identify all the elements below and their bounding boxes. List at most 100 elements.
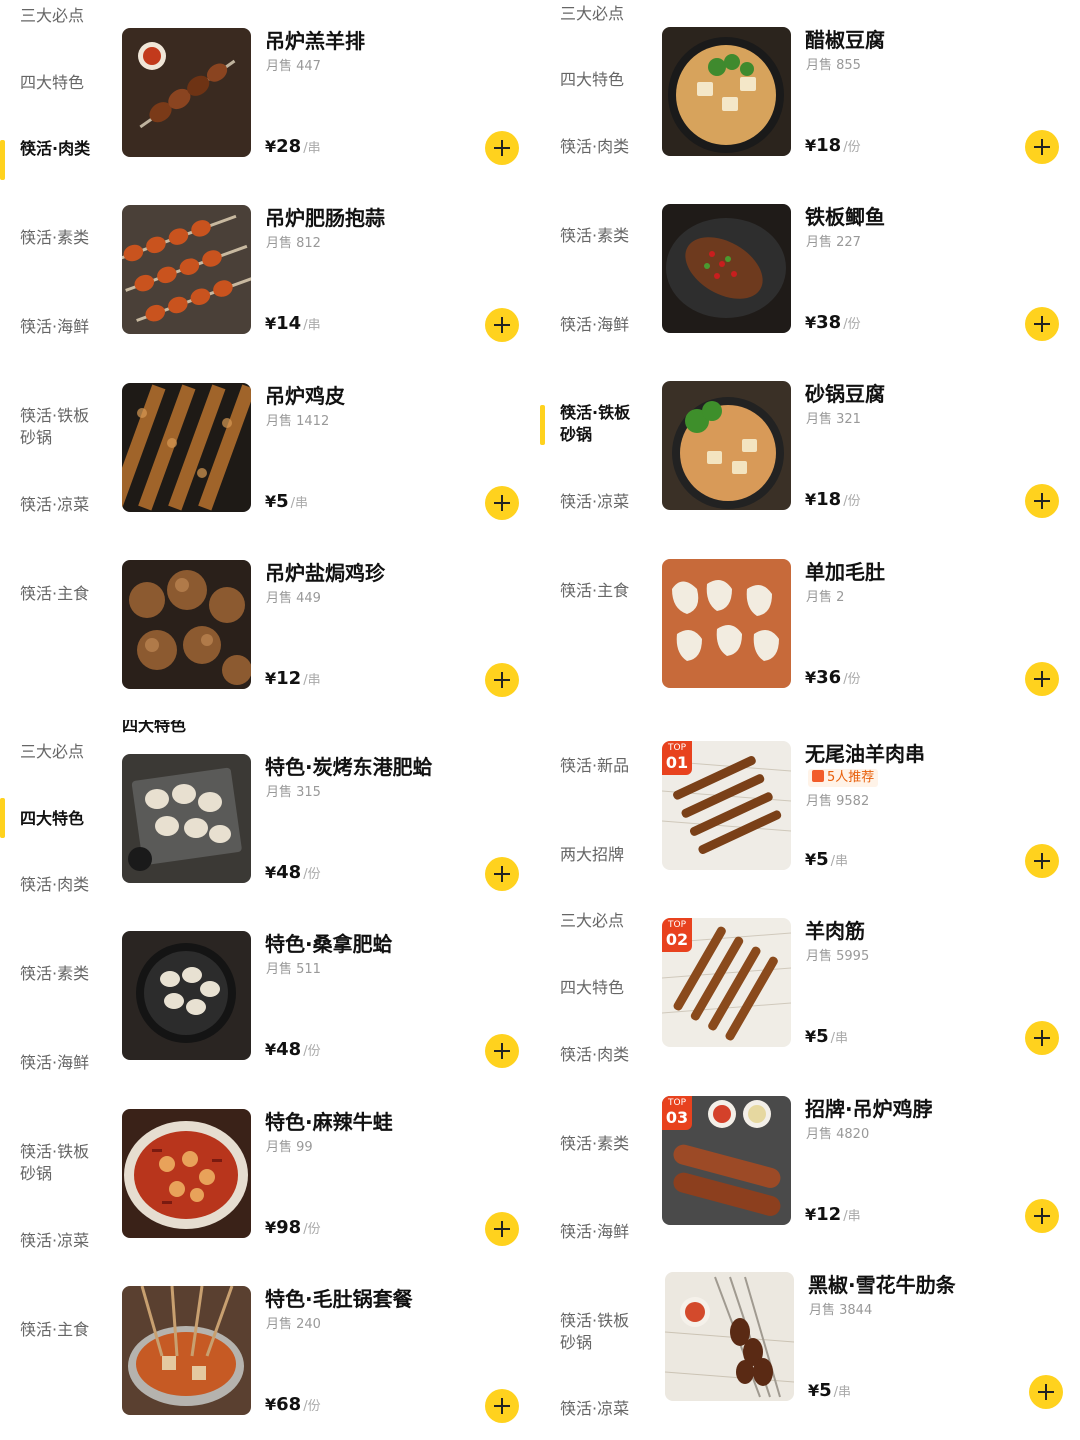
chicken-skin-skewer-image: [122, 383, 251, 512]
monthly-sales: 月售 4820: [806, 1127, 870, 1142]
add-to-cart-button[interactable]: [1025, 662, 1059, 696]
item-price: ¥12/串: [265, 668, 321, 692]
menu-item[interactable]: 吊炉鸡皮 月售 1412 ¥5/串: [0, 383, 540, 561]
add-to-cart-button[interactable]: [1025, 1021, 1059, 1055]
add-to-cart-button[interactable]: [1025, 844, 1059, 878]
price-amount: 68: [276, 1394, 302, 1415]
add-to-cart-button[interactable]: [1029, 1375, 1063, 1409]
tripe-hotpot-set-image: [122, 1286, 251, 1415]
item-price: ¥14/串: [265, 313, 321, 337]
add-to-cart-button[interactable]: [485, 1389, 519, 1423]
add-to-cart-button[interactable]: [485, 131, 519, 165]
monthly-sales: 月售 9582: [806, 794, 870, 809]
menu-item[interactable]: 砂锅豆腐 月售 321 ¥18/份: [540, 381, 1080, 559]
item-name: 单加毛肚: [805, 560, 885, 584]
item-price: ¥38/份: [805, 312, 861, 336]
price-unit: /份: [843, 317, 861, 332]
monthly-sales: 月售 5995: [806, 949, 870, 964]
item-name: 吊炉盐焗鸡珍: [265, 561, 385, 585]
menu-panel-meat: 三大必点 四大特色 筷活·肉类 筷活·素类 筷活·海鲜 筷活·铁板砂锅 筷活·凉…: [0, 0, 540, 720]
tripe-image: [662, 559, 791, 688]
add-to-cart-button[interactable]: [485, 486, 519, 520]
menu-item[interactable]: TOP 03 招牌·吊炉鸡脖 月售 4820 ¥12/串: [540, 1096, 1080, 1274]
add-to-cart-button[interactable]: [1025, 484, 1059, 518]
item-price: ¥98/份: [265, 1217, 321, 1241]
top-rank-badge: TOP 02: [662, 918, 692, 952]
price-amount: 18: [816, 135, 842, 156]
menu-item[interactable]: 醋椒豆腐 月售 855 ¥18/份: [540, 27, 1080, 205]
item-price: ¥28/串: [265, 136, 321, 160]
currency-symbol: ¥: [265, 1218, 277, 1237]
add-to-cart-button[interactable]: [1025, 130, 1059, 164]
menu-item[interactable]: 单加毛肚 月售 2 ¥36/份: [540, 559, 1080, 720]
sidebar-item-three-must[interactable]: 三大必点: [20, 5, 100, 27]
price-amount: 12: [816, 1204, 842, 1225]
menu-item[interactable]: 特色·桑拿肥蛤 月售 511 ¥48/份: [0, 931, 540, 1109]
top-rank-badge: TOP 01: [662, 741, 692, 775]
currency-symbol: ¥: [805, 850, 817, 869]
item-price: ¥5/串: [265, 491, 308, 515]
price-amount: 38: [816, 312, 842, 333]
add-to-cart-button[interactable]: [485, 308, 519, 342]
monthly-sales: 月售 2: [806, 590, 845, 605]
rank-number: 01: [665, 753, 689, 772]
menu-item[interactable]: 特色·麻辣牛蛙 月售 99 ¥98/份: [0, 1109, 540, 1287]
currency-symbol: ¥: [265, 863, 277, 882]
monthly-sales: 月售 855: [806, 58, 861, 73]
section-heading-cut: 四大特色: [122, 720, 187, 735]
lamb-chop-skewer-image: [122, 28, 251, 157]
add-to-cart-button[interactable]: [1025, 307, 1059, 341]
price-amount: 36: [816, 667, 842, 688]
menu-item[interactable]: 吊炉肥肠抱蒜 月售 812 ¥14/串: [0, 205, 540, 383]
add-to-cart-button[interactable]: [485, 857, 519, 891]
clay-pot-tofu-image: [662, 381, 791, 510]
price-unit: /份: [303, 867, 321, 882]
price-amount: 5: [816, 1026, 829, 1047]
add-to-cart-button[interactable]: [485, 663, 519, 697]
sidebar-item-three-must[interactable]: 三大必点: [560, 3, 640, 25]
gizzard-skewer-image: [122, 560, 251, 689]
item-name: 吊炉羔羊排: [265, 29, 365, 53]
item-price: ¥5/串: [808, 1380, 851, 1404]
menu-item[interactable]: 特色·炭烤东港肥蛤 月售 315 ¥48/份: [0, 754, 540, 932]
menu-item[interactable]: 特色·毛肚锅套餐 月售 240 ¥68/份: [0, 1286, 540, 1440]
item-name: 羊肉筋: [805, 919, 865, 943]
item-price: ¥68/份: [265, 1394, 321, 1418]
rank-number: 03: [665, 1108, 689, 1127]
price-amount: 5: [276, 491, 289, 512]
item-name: 特色·炭烤东港肥蛤: [265, 755, 433, 779]
price-unit: /串: [843, 1209, 861, 1224]
monthly-sales: 月售 3844: [809, 1303, 873, 1318]
menu-item[interactable]: 铁板鲫鱼 月售 227 ¥38/份: [540, 204, 1080, 382]
price-amount: 28: [276, 136, 302, 157]
item-price: ¥12/串: [805, 1204, 861, 1228]
price-unit: /串: [830, 1031, 849, 1046]
menu-item[interactable]: 吊炉羔羊排 月售 447 ¥28/串: [0, 28, 540, 206]
currency-symbol: ¥: [805, 136, 817, 155]
item-name: 特色·毛肚锅套餐: [265, 1287, 413, 1311]
currency-symbol: ¥: [805, 490, 817, 509]
item-price: ¥48/份: [265, 1039, 321, 1063]
monthly-sales: 月售 315: [266, 785, 321, 800]
menu-item[interactable]: TOP 02 羊肉筋 月售 5995 ¥5/串: [540, 918, 1080, 1096]
price-amount: 48: [276, 862, 302, 883]
price-unit: /串: [303, 318, 321, 333]
intestine-garlic-skewer-image: [122, 205, 251, 334]
price-unit: /份: [843, 672, 861, 687]
menu-item[interactable]: TOP 01 无尾油羊肉串 5人推荐 月售 9582 ¥5/串: [540, 741, 1080, 919]
add-to-cart-button[interactable]: [485, 1212, 519, 1246]
menu-item[interactable]: 黑椒·雪花牛肋条 月售 3844 ¥5/串: [540, 1272, 1080, 1440]
item-price: ¥18/份: [805, 135, 861, 159]
currency-symbol: ¥: [805, 313, 817, 332]
recommend-tag: 5人推荐: [808, 769, 879, 787]
price-amount: 48: [276, 1039, 302, 1060]
menu-panel-top-sellers: 筷活·新品 两大招牌 三大必点 四大特色 筷活·肉类 筷活·素类 筷活·海鲜 筷…: [540, 720, 1080, 1440]
add-to-cart-button[interactable]: [485, 1034, 519, 1068]
menu-panel-iron-plate: 三大必点 四大特色 筷活·肉类 筷活·素类 筷活·海鲜 筷活·铁板砂锅 筷活·凉…: [540, 0, 1080, 720]
item-price: ¥48/份: [265, 862, 321, 886]
menu-item[interactable]: 吊炉盐焗鸡珍 月售 449 ¥12/串: [0, 560, 540, 720]
monthly-sales: 月售 449: [266, 591, 321, 606]
add-to-cart-button[interactable]: [1025, 1199, 1059, 1233]
monthly-sales: 月售 447: [266, 59, 321, 74]
price-unit: /份: [843, 494, 861, 509]
